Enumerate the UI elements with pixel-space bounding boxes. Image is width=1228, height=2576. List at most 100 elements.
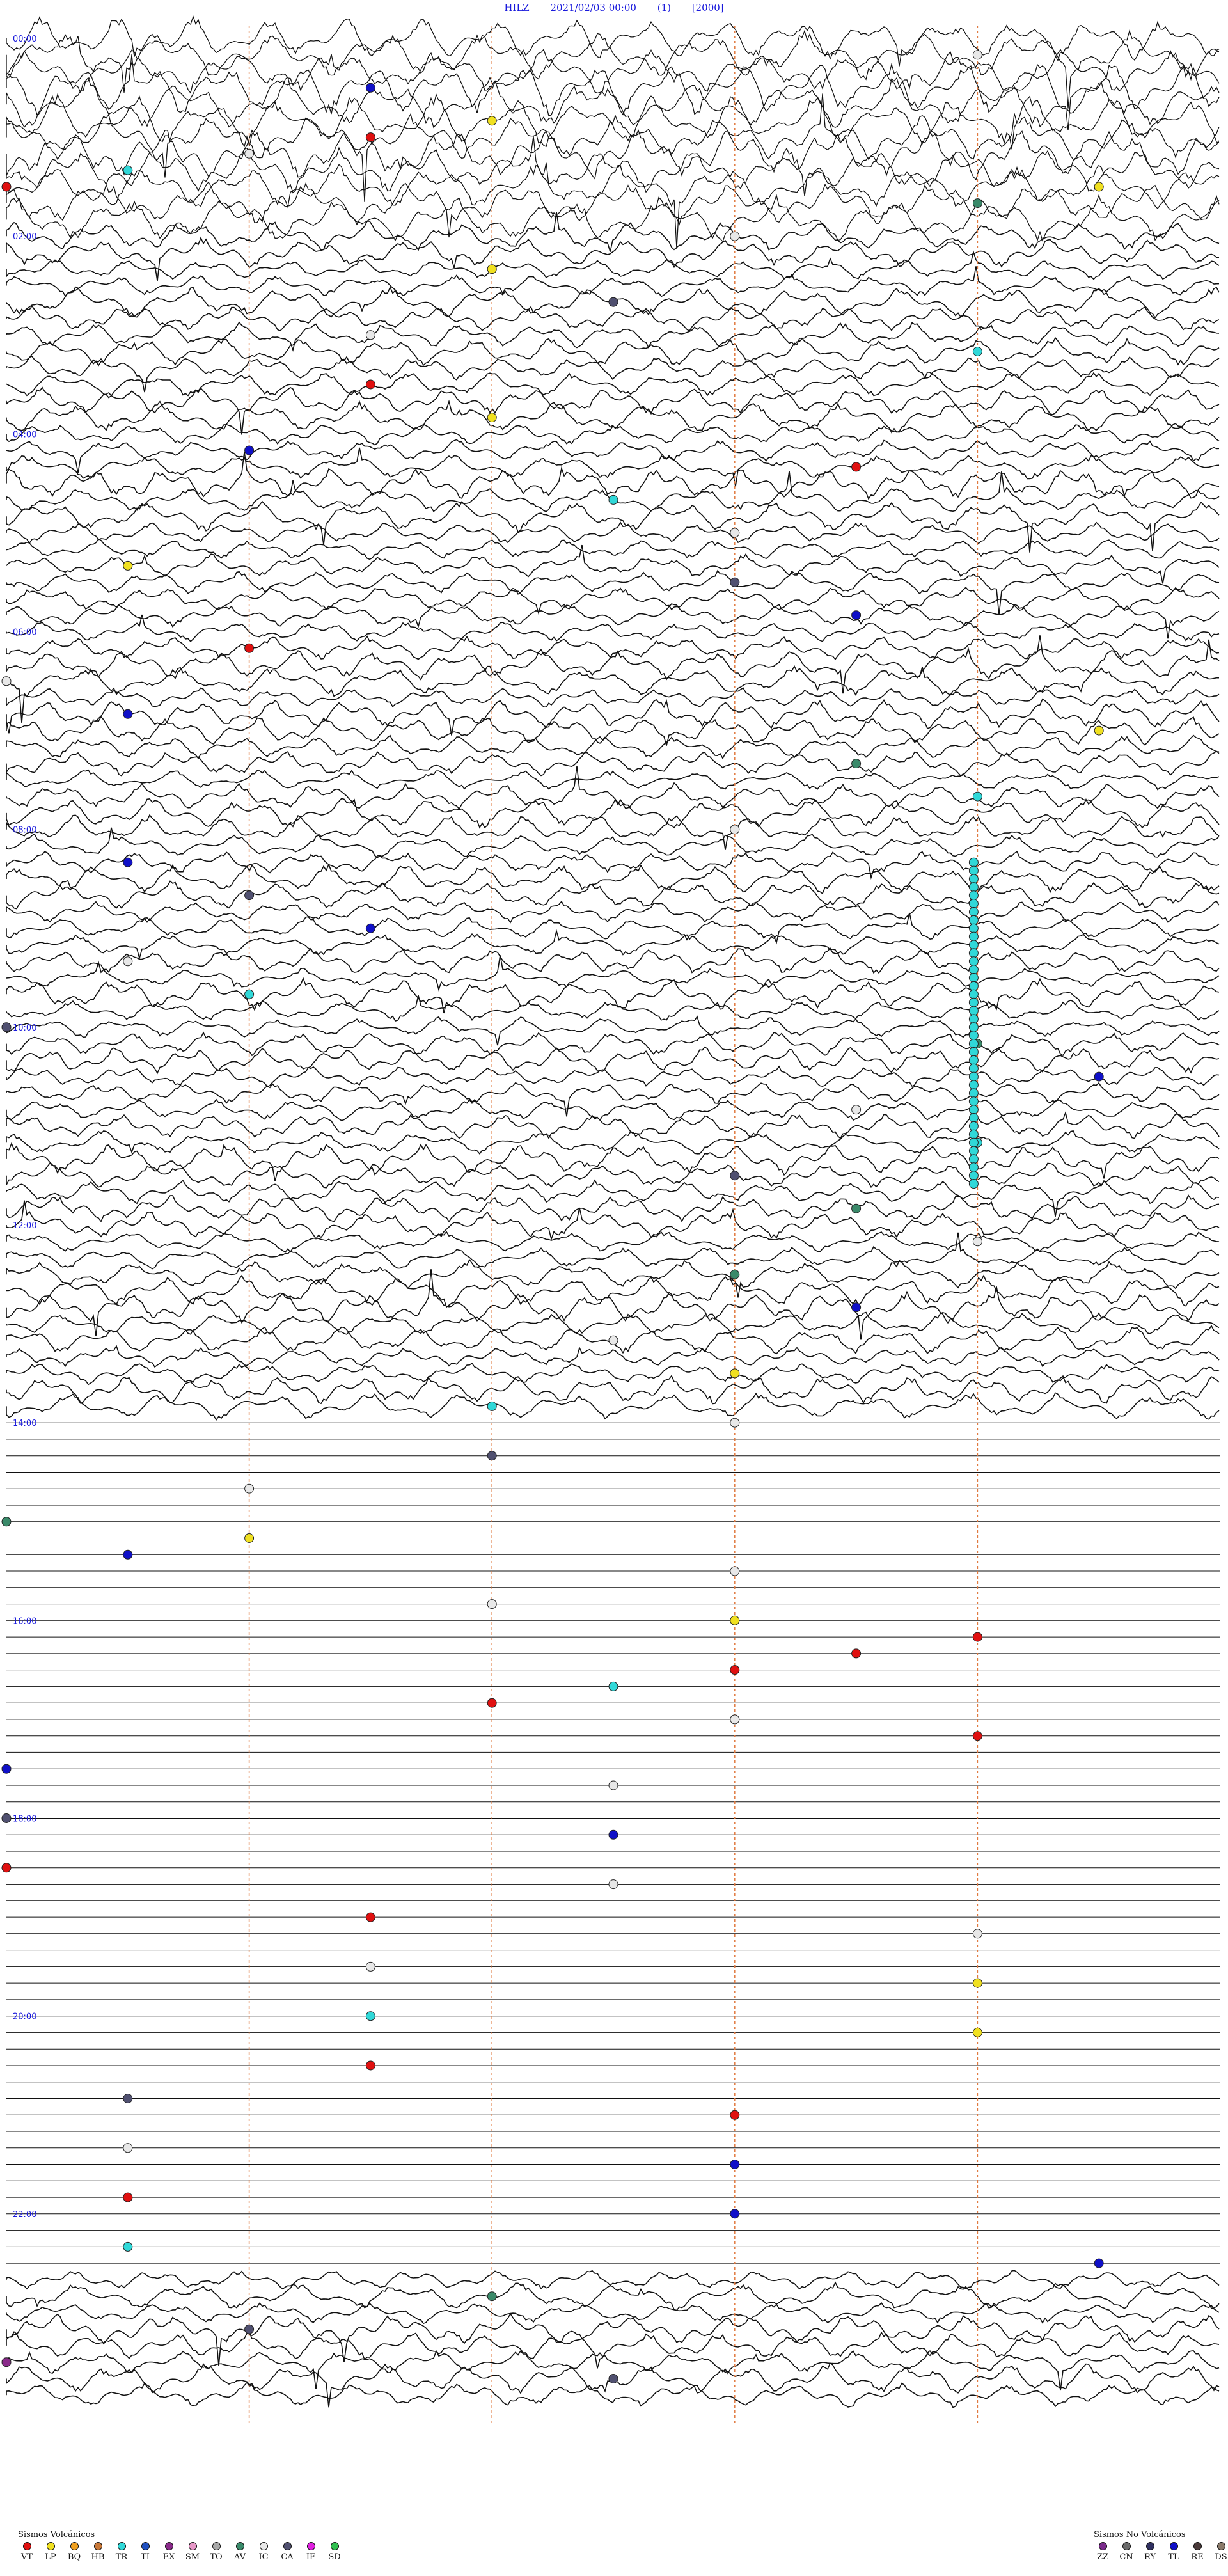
event-marker [244, 148, 255, 159]
legend-item: ZZ [1094, 2542, 1112, 2562]
time-label: 06:00 [13, 628, 36, 638]
trace-row [6, 603, 1220, 639]
legend-swatch [1098, 2542, 1107, 2550]
trace-row [6, 1269, 1220, 1340]
event-marker [365, 2060, 375, 2071]
legend-label: IC [258, 2552, 269, 2562]
event-marker [968, 1039, 979, 1049]
trace-row [6, 1375, 1220, 1405]
event-marker [1094, 2258, 1104, 2268]
legend-item: TL [1165, 2542, 1183, 2562]
trace-row [6, 1130, 1220, 1155]
legend-label: TO [210, 2552, 223, 2562]
event-marker [608, 1879, 618, 1890]
trace-row [6, 1082, 1220, 1117]
event-marker [365, 1912, 375, 1922]
legend-swatch [1122, 2542, 1131, 2550]
event-marker [244, 2324, 255, 2334]
trace-row [6, 1200, 1220, 1242]
trace-row [6, 587, 1220, 615]
trace-row [6, 15, 1220, 67]
legend-label: SM [185, 2552, 200, 2562]
legend-swatch [117, 2542, 126, 2550]
trace-row [6, 769, 1220, 791]
event-marker [1, 182, 12, 192]
event-marker [1, 2357, 12, 2367]
legend-item: SM [184, 2542, 201, 2562]
trace-row [6, 181, 1220, 238]
legend-label: SD [328, 2552, 341, 2562]
event-marker [968, 1146, 979, 1156]
legend-item: RY [1141, 2542, 1159, 2562]
event-marker [608, 1681, 618, 1691]
trace-row [6, 500, 1220, 553]
trace-row [6, 698, 1220, 736]
event-marker [487, 413, 497, 423]
event-marker [487, 1599, 497, 1609]
event-marker [972, 2027, 982, 2037]
trace-row [6, 236, 1220, 281]
trace-row [6, 1162, 1220, 1189]
legend-label: HB [91, 2552, 105, 2562]
trace-row [6, 1392, 1220, 1421]
time-label: 16:00 [13, 1616, 36, 1626]
legend-volcanic-title: Sismos Volcánicos [18, 2530, 95, 2540]
trace-row [6, 371, 1220, 399]
trace-row [6, 1031, 1220, 1057]
trace-row [6, 2350, 1220, 2391]
trace-row [6, 665, 1219, 723]
legend-nonvolcanic-title: Sismos No Volcánicos [1094, 2530, 1186, 2540]
event-marker [730, 1418, 740, 1428]
event-marker [968, 890, 979, 901]
event-marker [968, 1031, 979, 1041]
legend-swatch [235, 2542, 244, 2550]
trace-row [6, 1232, 1220, 1270]
event-marker [968, 857, 979, 867]
trace-row [6, 1046, 1220, 1075]
event-marker [968, 1171, 979, 1181]
event-marker [730, 231, 740, 241]
legend-item: BQ [65, 2542, 83, 2562]
legend-item: RE [1188, 2542, 1206, 2562]
event-marker [968, 1088, 979, 1098]
legend-swatch [330, 2542, 339, 2550]
legend-item: VT [18, 2542, 36, 2562]
trace-row [6, 766, 1220, 810]
trace-row [6, 321, 1220, 352]
event-marker [365, 132, 375, 143]
legend-item: TR [113, 2542, 130, 2562]
event-marker [487, 1401, 497, 1411]
trace-row [6, 1098, 1220, 1121]
event-marker [968, 865, 979, 876]
event-marker [851, 610, 862, 620]
event-marker [968, 1179, 979, 1189]
event-marker [968, 989, 979, 999]
event-marker [968, 948, 979, 958]
event-marker [487, 1451, 497, 1461]
event-marker [1, 1517, 12, 1527]
trace-row [6, 863, 1220, 895]
time-label: 14:00 [13, 1419, 36, 1428]
legend-swatch [93, 2542, 102, 2550]
trace-row [6, 305, 1220, 332]
event-marker [968, 1137, 979, 1148]
event-marker [123, 2143, 133, 2153]
legend-label: RE [1191, 2552, 1204, 2562]
legend-label: AV [233, 2552, 246, 2562]
event-marker [968, 1154, 979, 1164]
event-marker [487, 116, 497, 126]
legend-item: EX [160, 2542, 178, 2562]
time-label: 20:00 [13, 2012, 36, 2022]
event-marker [1, 1813, 12, 1823]
trace-row [6, 635, 1220, 660]
event-marker [968, 1096, 979, 1107]
legend-item: AV [231, 2542, 249, 2562]
time-label: 04:00 [13, 430, 36, 439]
event-marker [972, 1237, 982, 1247]
event-marker [244, 445, 255, 455]
legend-swatch [1169, 2542, 1178, 2550]
legend-item: TO [207, 2542, 225, 2562]
event-marker [851, 462, 862, 472]
event-marker [968, 1014, 979, 1024]
event-marker [968, 1162, 979, 1173]
